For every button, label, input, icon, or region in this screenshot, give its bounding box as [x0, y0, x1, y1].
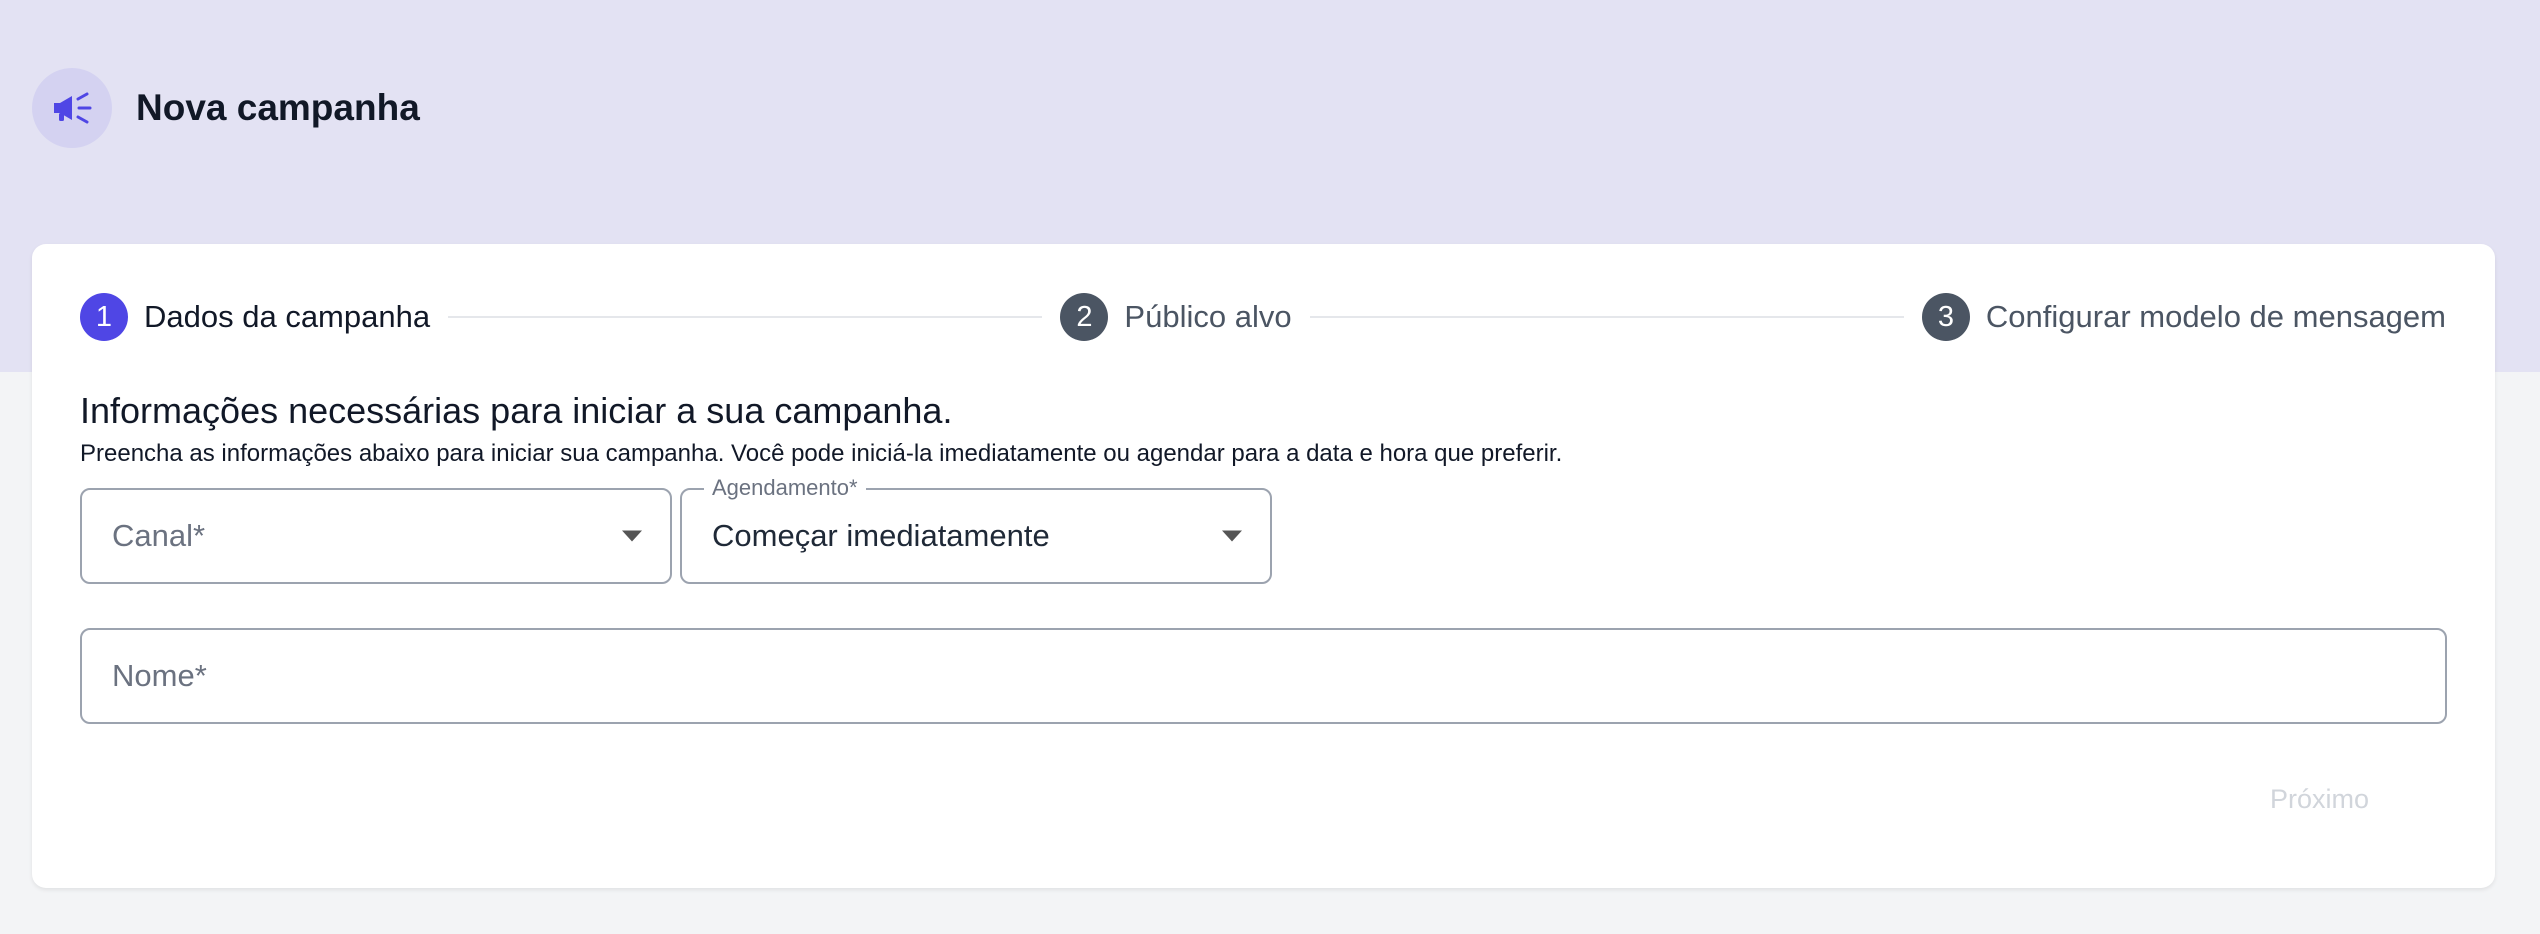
stepper: 1 Dados da campanha 2 Público alvo 3 Con…	[80, 292, 2446, 342]
step-number-3: 3	[1921, 293, 1970, 341]
step-publico-alvo[interactable]: 2 Público alvo	[1060, 293, 1292, 341]
next-button[interactable]: Próximo	[2270, 784, 2369, 815]
step-number-1: 1	[80, 293, 128, 341]
canal-placeholder: Canal*	[112, 518, 206, 553]
agendamento-select[interactable]: Agendamento* Começar imediatamente	[680, 474, 1272, 584]
agendamento-value: Começar imediatamente	[712, 518, 1050, 553]
step-connector	[448, 316, 1043, 318]
step-label-configurar-modelo: Configurar modelo de mensagem	[1985, 299, 2446, 334]
agendamento-label: Agendamento*	[704, 474, 866, 502]
section-title: Informações necessárias para iniciar a s…	[80, 390, 953, 431]
canal-select[interactable]: Canal*	[80, 488, 672, 584]
step-number-2: 2	[1060, 293, 1109, 341]
megaphone-icon	[32, 68, 112, 148]
nome-placeholder: Nome*	[112, 658, 207, 693]
page-title: Nova campanha	[136, 87, 420, 128]
step-label-publico-alvo: Público alvo	[1124, 299, 1292, 334]
step-label-dados-da-campanha: Dados da campanha	[144, 299, 431, 334]
chevron-down-icon[interactable]	[622, 530, 642, 542]
page-header: Nova campanha	[32, 68, 420, 148]
chevron-down-icon[interactable]	[1222, 530, 1242, 542]
step-dados-da-campanha[interactable]: 1 Dados da campanha	[80, 293, 430, 341]
campaign-card: 1 Dados da campanha 2 Público alvo 3 Con…	[32, 244, 2495, 888]
section-description: Preencha as informações abaixo para inic…	[80, 440, 1563, 467]
step-connector	[1309, 316, 1904, 318]
step-configurar-modelo[interactable]: 3 Configurar modelo de mensagem	[1921, 293, 2446, 341]
nome-input[interactable]: Nome*	[80, 628, 2447, 724]
